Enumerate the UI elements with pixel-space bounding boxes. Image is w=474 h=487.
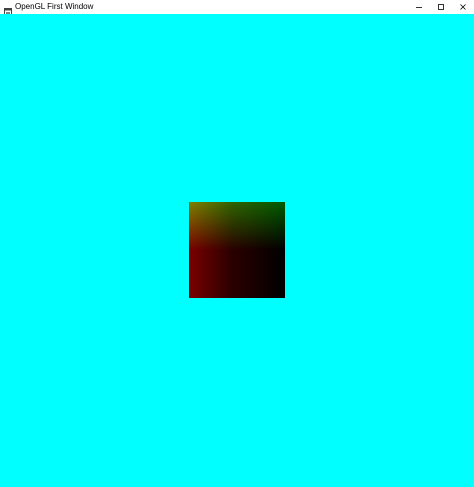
window-controls [408,0,474,14]
minimize-button[interactable] [408,0,430,14]
minimize-icon [415,3,423,11]
title-bar[interactable]: OpenGL First Window [0,0,474,16]
app-window-icon[interactable] [4,3,12,16]
opengl-viewport[interactable] [0,14,474,487]
close-button[interactable] [452,0,474,14]
rendered-quad [189,202,285,298]
close-icon [459,3,467,11]
window-title: OpenGL First Window [15,2,94,11]
quad-top-layer [189,202,285,298]
opengl-window: OpenGL First Window [0,0,474,487]
maximize-icon [437,3,445,11]
maximize-button[interactable] [430,0,452,14]
